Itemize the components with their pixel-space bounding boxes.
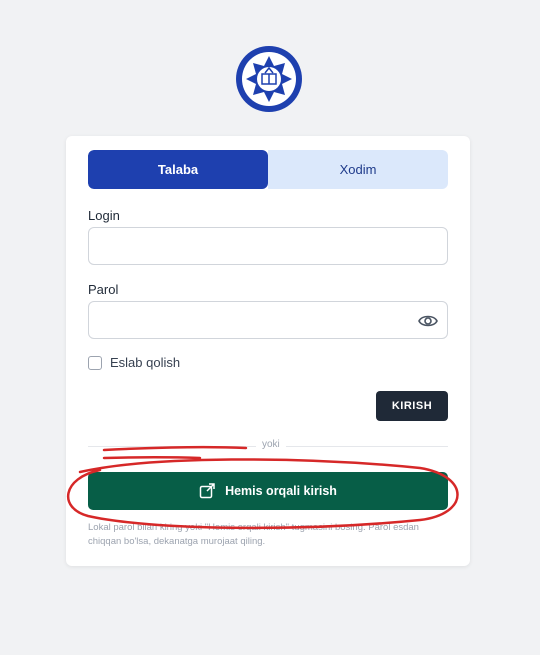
parol-label: Parol	[88, 282, 119, 297]
hemis-login-button[interactable]: Hemis orqali kirish	[88, 472, 448, 510]
university-logo	[236, 46, 302, 112]
hemis-button-label: Hemis orqali kirish	[225, 484, 337, 498]
login-label: Login	[88, 208, 120, 223]
remember-label: Eslab qolish	[110, 355, 181, 370]
eye-icon[interactable]	[418, 313, 438, 329]
role-tabs: Talaba Xodim	[88, 150, 448, 189]
help-note: Lokal parol bilan kiring yoki "Hemis orq…	[88, 522, 419, 547]
divider-text: yoki	[256, 439, 286, 450]
remember-checkbox[interactable]	[88, 356, 102, 370]
login-input[interactable]	[88, 227, 448, 265]
login-card: Talaba Xodim Login Parol Eslab qolish KI…	[66, 136, 470, 566]
external-link-icon	[199, 483, 215, 499]
tab-xodim[interactable]: Xodim	[268, 150, 448, 189]
password-input[interactable]	[88, 301, 448, 339]
kirish-button[interactable]: KIRISH	[376, 391, 448, 421]
tab-talaba[interactable]: Talaba	[88, 150, 268, 189]
